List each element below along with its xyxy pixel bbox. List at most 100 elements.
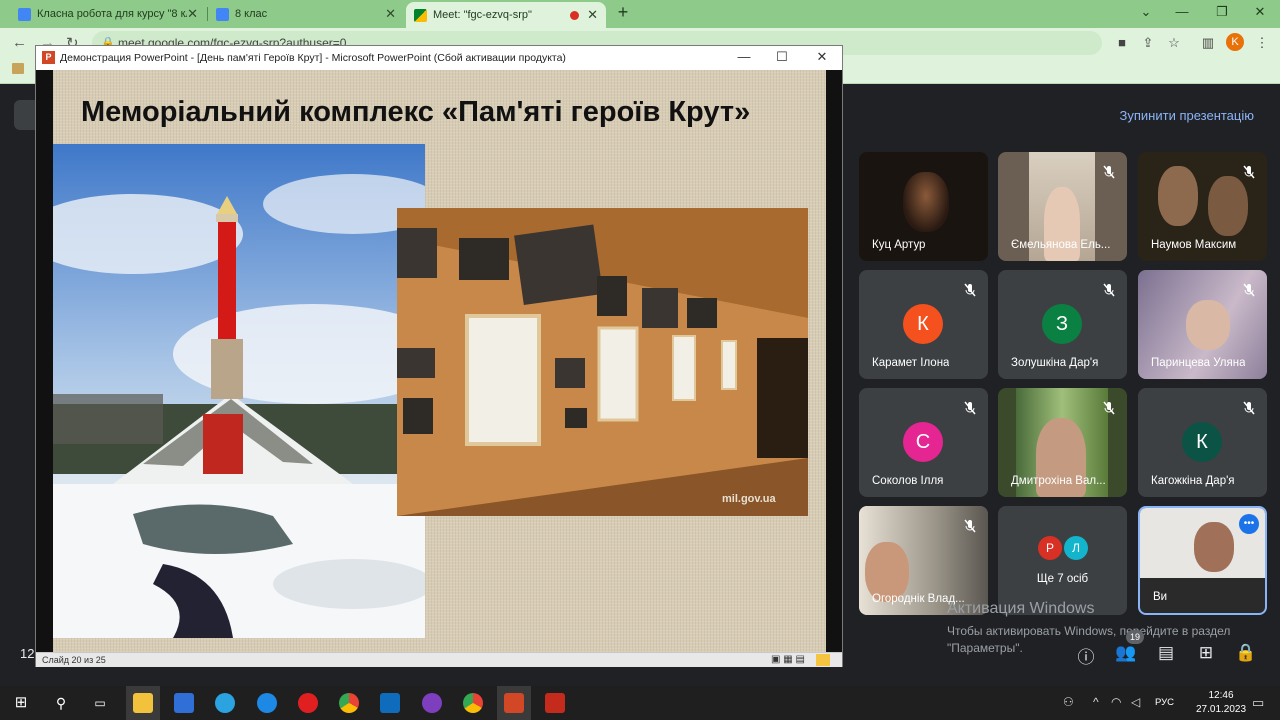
host-controls-icon[interactable]: 🔒	[1234, 643, 1258, 667]
participant-tile[interactable]: Куц Артур	[859, 152, 988, 261]
tab-search-icon[interactable]: ⌄	[1136, 4, 1156, 20]
taskbar-clock[interactable]: 12:46 27.01.2023	[1196, 689, 1246, 717]
close-icon[interactable]: ✕	[187, 6, 198, 22]
avatar: Л	[1064, 536, 1088, 560]
volume-icon[interactable]: ◁	[1131, 695, 1140, 709]
tab-title: Meet: "fgc-ezvq-srp"	[433, 9, 532, 21]
close-icon[interactable]: ✕	[812, 49, 832, 65]
memorial-photo	[53, 144, 425, 638]
participant-name: Карамет Ілона	[872, 357, 950, 369]
windows-start-icon[interactable]: ⊞	[11, 693, 31, 713]
tab-classwork[interactable]: Класна робота для курсу "8 клас ✕	[10, 0, 206, 28]
back-icon[interactable]: ←	[12, 34, 27, 51]
recording-icon	[570, 10, 580, 20]
profile-avatar[interactable]: K	[1226, 33, 1244, 51]
mic-off-icon	[1103, 165, 1115, 179]
participant-video	[1208, 176, 1248, 236]
people-icon[interactable]: 👥	[1114, 643, 1138, 667]
participant-tile[interactable]: К Карамет Ілона	[859, 270, 988, 379]
powerpoint-icon: P	[42, 51, 55, 64]
viber-icon[interactable]	[422, 693, 442, 713]
powerpoint-titlebar: P Демонстрация PowerPoint - [День пам'ят…	[36, 46, 842, 70]
participant-name: Ємельянова Ель...	[1011, 239, 1111, 251]
slide-border	[36, 70, 53, 652]
telegram-icon[interactable]	[215, 693, 235, 713]
people-tray-icon[interactable]: ⚇	[1063, 695, 1074, 709]
powerpoint-statusbar: Слайд 20 из 25 ▣ ▦ ▤	[36, 652, 842, 667]
participant-tile[interactable]: Наумов Максим	[1138, 152, 1267, 261]
participant-tile[interactable]: Ємельянова Ель...	[998, 152, 1127, 261]
tab-8-class[interactable]: 8 клас ✕	[208, 0, 404, 28]
mail-icon[interactable]	[380, 693, 400, 713]
stop-presenting-button[interactable]: Зупинити презентацію	[1120, 108, 1254, 123]
participant-name: Наумов Максим	[1151, 239, 1237, 251]
avatar: К	[903, 304, 943, 344]
chrome-icon[interactable]	[463, 693, 483, 713]
camera-icon[interactable]: ■	[1114, 35, 1130, 50]
bookmark-star-icon[interactable]: ☆	[1166, 35, 1182, 51]
chat-icon[interactable]: ▤	[1154, 643, 1178, 667]
input-language[interactable]: РУС	[1155, 697, 1174, 708]
participant-tile[interactable]: С Соколов Ілля	[859, 388, 988, 497]
windows-activation-line: Чтобы активировать Windows, перейдите в …	[947, 624, 1231, 638]
windows-activation-title: Активация Windows	[947, 600, 1095, 617]
participant-name: Куц Артур	[872, 239, 926, 251]
close-icon[interactable]: ✕	[587, 7, 598, 23]
activities-icon[interactable]: ⊞	[1194, 643, 1218, 667]
participant-video	[1158, 166, 1198, 226]
show-hidden-icons-icon[interactable]: ^	[1093, 695, 1099, 709]
avatar: С	[903, 422, 943, 462]
mic-off-icon	[1243, 401, 1255, 415]
info-icon[interactable]: ⓘ	[1074, 643, 1098, 667]
mic-off-icon	[1243, 165, 1255, 179]
participant-name: Дмитрохіна Вал...	[1011, 475, 1106, 487]
self-tile[interactable]: ••• Ви	[1138, 506, 1267, 615]
opera-icon[interactable]	[298, 693, 318, 713]
close-icon[interactable]: ✕	[385, 6, 396, 22]
network-icon[interactable]: ◠	[1111, 695, 1121, 709]
apps-icon[interactable]	[12, 63, 24, 74]
avatar: Р	[1038, 536, 1062, 560]
museum-interior-photo: mil.gov.ua	[397, 208, 808, 516]
participant-tile[interactable]: Дмитрохіна Вал...	[998, 388, 1127, 497]
more-participants-tile[interactable]: Р Л Ще 7 осіб	[998, 506, 1127, 615]
mic-off-icon	[1103, 283, 1115, 297]
slide-border	[826, 70, 842, 652]
minimize-icon[interactable]: —	[734, 49, 754, 64]
side-panel-icon[interactable]: ▥	[1200, 35, 1216, 51]
tab-meet[interactable]: Meet: "fgc-ezvq-srp" ✕	[406, 2, 606, 28]
search-icon[interactable]: ⚲	[51, 693, 71, 713]
restore-icon[interactable]: ❐	[1212, 4, 1232, 20]
file-explorer-icon[interactable]	[133, 693, 153, 713]
powerpoint-taskbar-icon[interactable]	[504, 693, 524, 713]
participant-video	[1186, 300, 1230, 350]
mic-off-icon	[964, 283, 976, 297]
participant-tile[interactable]: Паринцева Уляна	[1138, 270, 1267, 379]
store-icon[interactable]	[174, 693, 194, 713]
slideshow-icon[interactable]	[816, 654, 830, 666]
mic-off-icon	[1103, 401, 1115, 415]
participant-tile[interactable]: З Золушкіна Дар'я	[998, 270, 1127, 379]
task-view-icon[interactable]: ▭	[90, 693, 110, 713]
new-tab-button[interactable]: +	[613, 2, 633, 23]
minimize-icon[interactable]: —	[1172, 4, 1192, 19]
screen-capture-icon[interactable]	[545, 693, 565, 713]
photo-watermark: mil.gov.ua	[722, 493, 776, 505]
participant-tile[interactable]: К Кагожкіна Дар'я	[1138, 388, 1267, 497]
participant-name: Кагожкіна Дар'я	[1151, 475, 1235, 487]
clock-time: 12:46	[1208, 690, 1234, 701]
view-buttons-icon[interactable]: ▣ ▦ ▤	[771, 654, 805, 665]
close-window-icon[interactable]: ✕	[1250, 4, 1270, 20]
share-icon[interactable]: ⇪	[1140, 35, 1156, 51]
menu-icon[interactable]: ⋮	[1254, 35, 1270, 51]
edge-icon[interactable]	[257, 693, 277, 713]
window-title: Демонстрация PowerPoint - [День пам'яті …	[60, 52, 566, 64]
slide-counter: Слайд 20 из 25	[42, 655, 106, 665]
maximize-icon[interactable]: ☐	[772, 49, 792, 65]
slide-title: Меморіальний комплекс «Пам'яті героїв Кр…	[81, 96, 751, 128]
notifications-icon[interactable]: ▭	[1252, 695, 1264, 711]
meet-icon	[414, 8, 427, 22]
self-video	[1194, 522, 1234, 572]
participant-tile[interactable]: Огороднік Влад...	[859, 506, 988, 615]
chrome-icon[interactable]	[339, 693, 359, 713]
